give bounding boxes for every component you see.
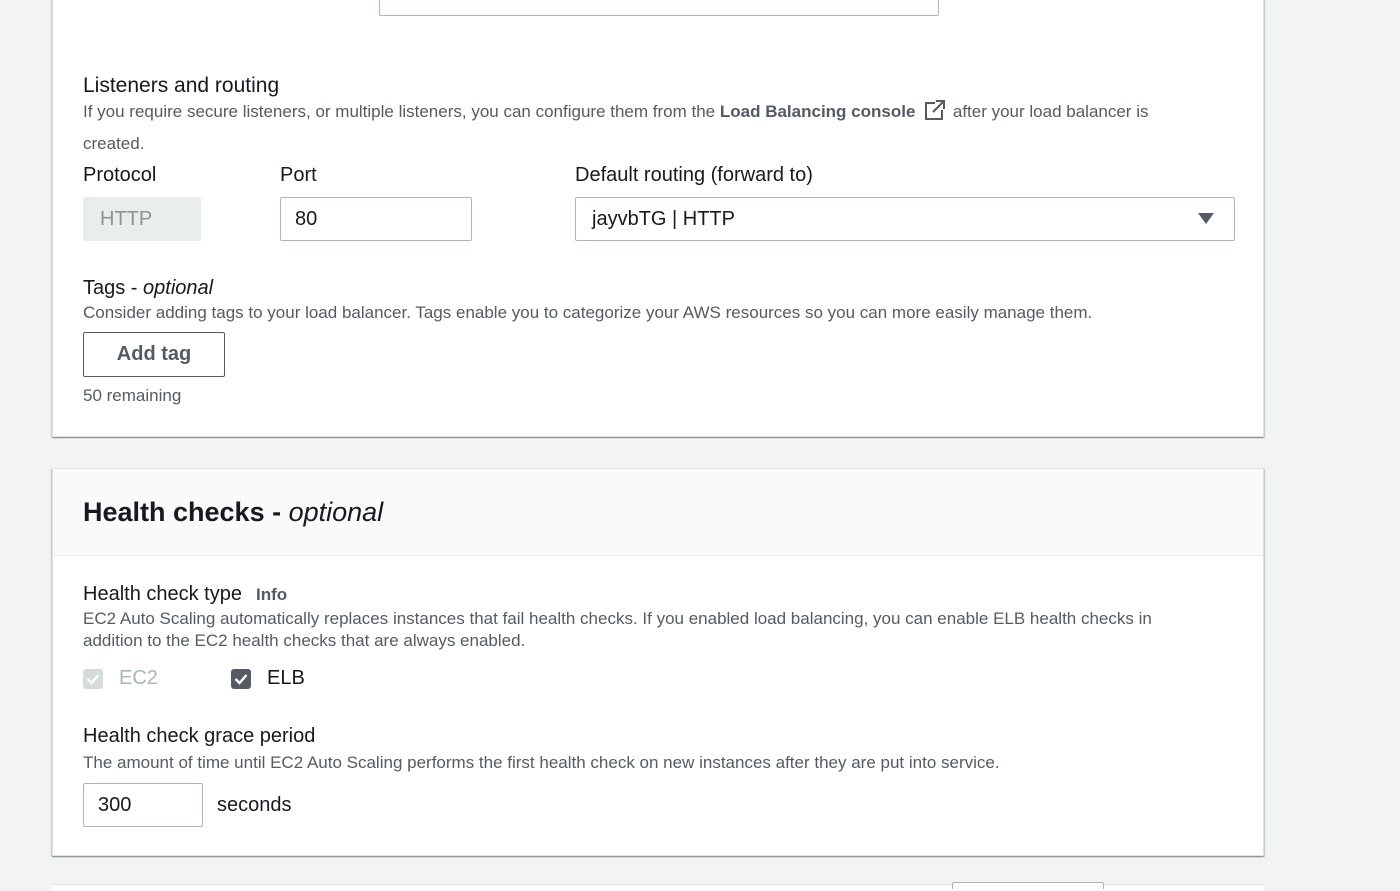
elb-checkbox[interactable] <box>231 668 251 689</box>
health-checks-header: Health checks - optional <box>53 469 1263 556</box>
health-checks-title-text: Health checks - <box>83 497 289 527</box>
listeners-heading: Listeners and routing <box>83 74 280 97</box>
routing-label: Default routing (forward to) <box>575 164 813 186</box>
grace-period-input[interactable] <box>83 783 203 827</box>
tags-remaining: 50 remaining <box>83 386 182 405</box>
grace-period-label: Health check grace period <box>83 725 316 747</box>
elb-checkbox-label[interactable]: ELB <box>267 667 305 690</box>
add-tag-button-label: Add tag <box>116 343 192 365</box>
caret-down-icon <box>1198 213 1214 224</box>
listeners-desc-text-2: after your load balancer is <box>948 102 1149 121</box>
load-balancing-console-link[interactable]: Load Balancing console <box>720 102 916 121</box>
health-checks-panel: Health checks - optional Health check ty… <box>52 468 1264 856</box>
next-button-edge <box>952 882 1104 889</box>
health-check-type-row: Health check type Info <box>83 584 287 605</box>
health-checks-optional-label: optional <box>288 497 384 527</box>
add-tag-button[interactable]: Add tag <box>83 332 225 377</box>
protocol-label: Protocol <box>83 164 157 186</box>
grace-period-description: The amount of time until EC2 Auto Scalin… <box>83 753 1000 772</box>
elb-checkbox-row[interactable]: ELB <box>231 667 305 690</box>
protocol-value: HTTP <box>100 207 153 230</box>
health-check-type-label: Health check type <box>83 583 242 605</box>
default-routing-select[interactable]: jayvbTG | HTTP <box>575 197 1235 241</box>
health-check-type-description: EC2 Auto Scaling automatically replaces … <box>83 608 1253 652</box>
listeners-desc-text-3: created. <box>83 134 145 153</box>
load-balancer-panel: subnet-0d06f0dc6eeb22dd7 ▼ Listeners and… <box>52 0 1264 437</box>
grace-period-unit: seconds <box>217 794 292 816</box>
tags-heading-text: Tags - <box>83 277 144 299</box>
port-label: Port <box>280 164 317 186</box>
external-link-icon[interactable] <box>924 99 946 130</box>
protocol-field: HTTP <box>83 197 201 241</box>
info-link[interactable]: Info <box>256 585 287 605</box>
listeners-description: If you require secure listeners, or mult… <box>83 98 1243 158</box>
health-type-desc-line1: EC2 Auto Scaling automatically replaces … <box>83 609 1152 628</box>
tags-description: Consider adding tags to your load balanc… <box>83 303 1093 322</box>
listeners-desc-text: If you require secure listeners, or mult… <box>83 102 720 121</box>
tags-heading: Tags - optional <box>83 277 213 300</box>
port-input[interactable] <box>280 197 472 241</box>
ec2-checkbox <box>83 668 103 689</box>
tags-optional-label: optional <box>143 277 214 299</box>
checkmark-icon <box>234 673 248 685</box>
health-checks-title: Health checks - optional <box>83 497 383 528</box>
health-type-desc-line2: addition to the EC2 health checks that a… <box>83 631 526 650</box>
ec2-checkbox-label: EC2 <box>119 667 158 689</box>
default-routing-value: jayvbTG | HTTP <box>592 207 735 230</box>
checkmark-icon <box>86 673 100 685</box>
subnet-select[interactable]: subnet-0d06f0dc6eeb22dd7 ▼ <box>379 0 939 16</box>
ec2-checkbox-row: EC2 <box>83 667 158 690</box>
